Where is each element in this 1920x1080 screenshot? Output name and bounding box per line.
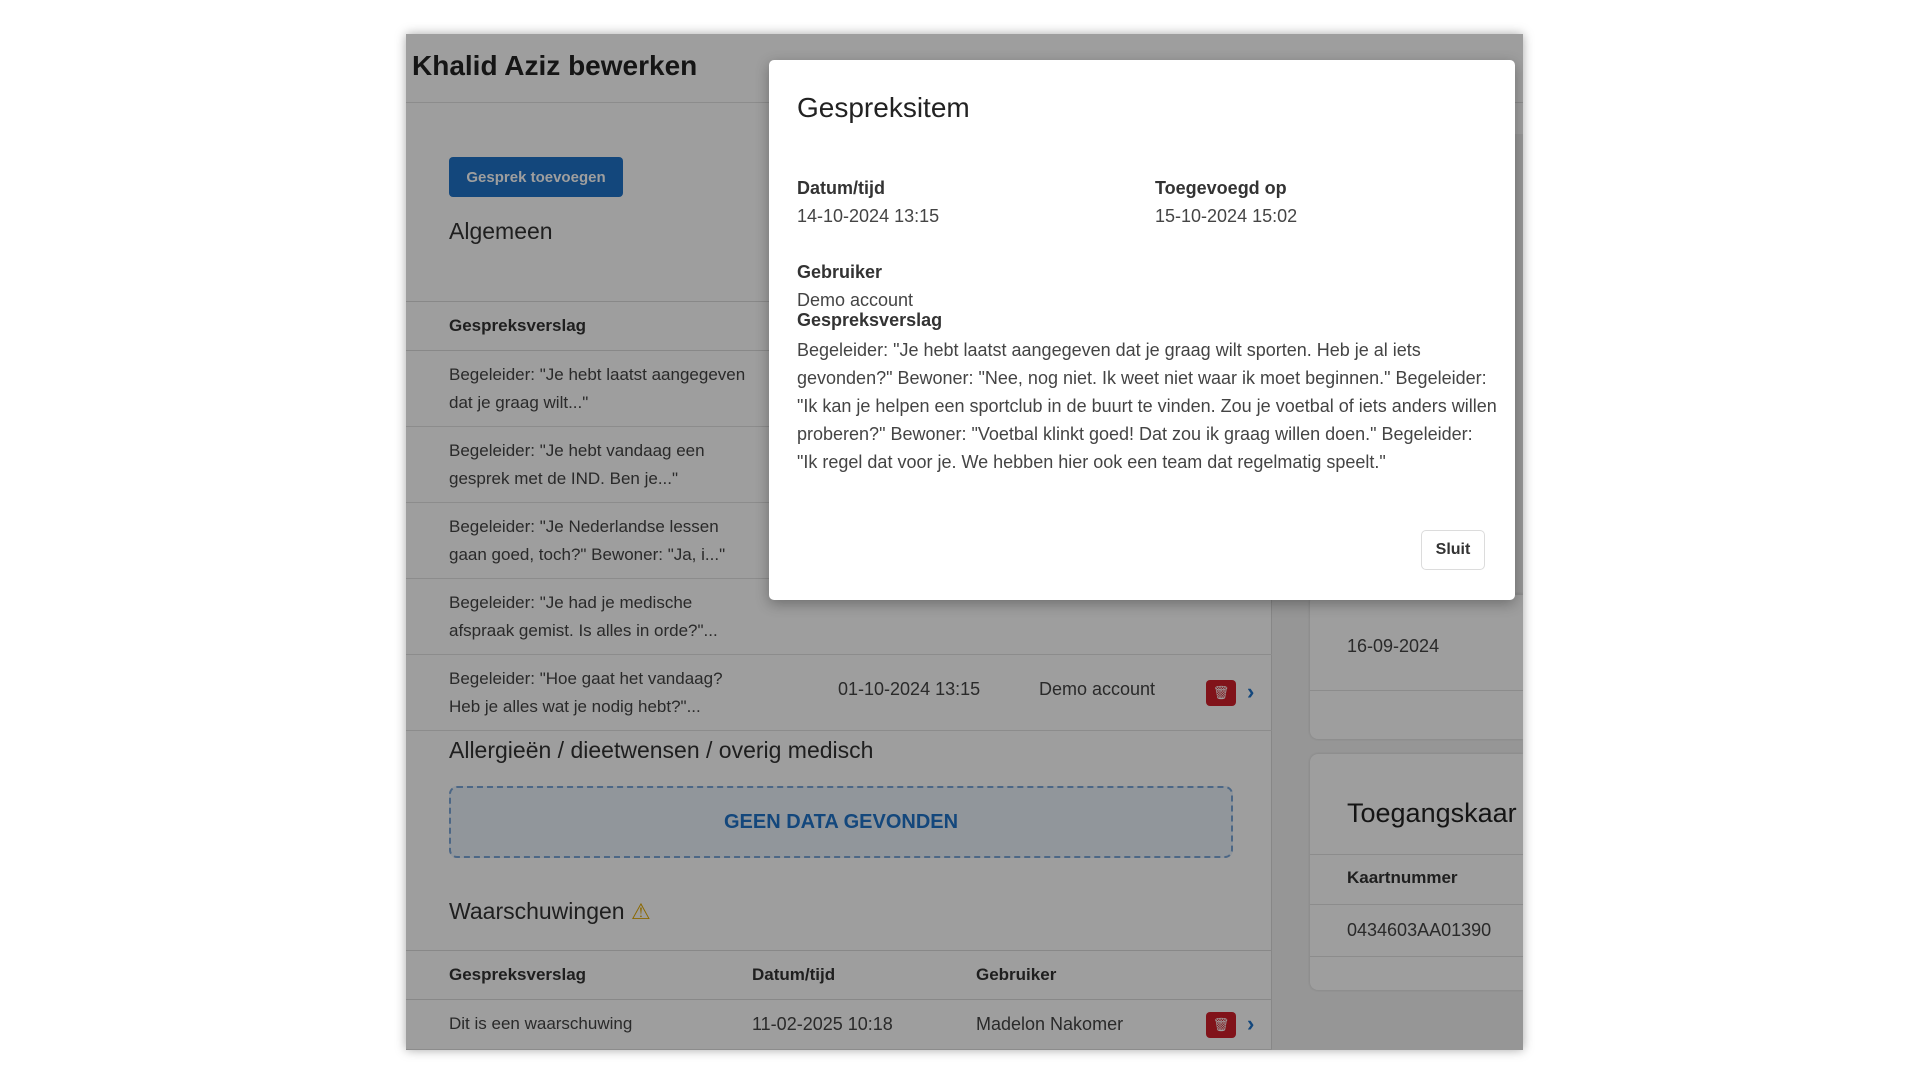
close-button[interactable]: Sluit [1421, 530, 1485, 570]
user-value: Demo account [797, 290, 914, 310]
datetime-label: Datum/tijd [797, 178, 885, 198]
app-window: Khalid Aziz bewerken Gesprek toevoegen A… [406, 34, 1523, 1050]
report-text: Begeleider: "Je hebt laatst aangegeven d… [797, 340, 1497, 472]
user-label: Gebruiker [797, 262, 883, 282]
modal-title: Gespreksitem [797, 92, 970, 123]
conversation-item-modal: Gespreksitem Datum/tijd 14-10-2024 13:15… [769, 60, 1515, 600]
added-value: 15-10-2024 15:02 [1155, 206, 1298, 226]
added-label: Toegevoegd op [1155, 178, 1287, 198]
report-label: Gespreksverslag [797, 310, 943, 330]
datetime-value: 14-10-2024 13:15 [797, 206, 940, 226]
